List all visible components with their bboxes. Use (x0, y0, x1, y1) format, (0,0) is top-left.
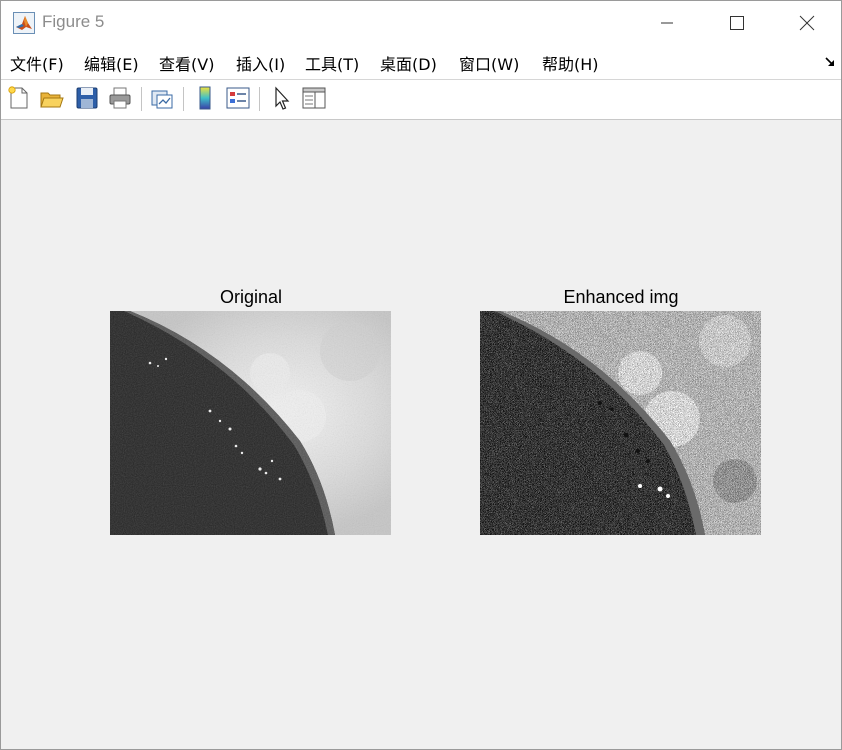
save-icon[interactable] (74, 85, 100, 111)
link-plot-icon[interactable] (149, 85, 175, 111)
close-icon (799, 15, 815, 31)
dock-arrow-icon[interactable] (825, 57, 835, 67)
print-icon[interactable] (107, 85, 133, 111)
figure-toolbar (1, 79, 841, 120)
close-button[interactable] (772, 1, 842, 45)
colorbar-icon[interactable] (192, 85, 218, 111)
title-bar: Figure 5 (1, 1, 841, 45)
open-file-icon[interactable] (39, 85, 65, 111)
menu-bar: 文件(F) 编辑(E) 查看(V) 插入(I) 工具(T) 桌面(D) 窗口(W… (1, 45, 841, 79)
menu-tools[interactable]: 工具(T) (305, 51, 359, 75)
maximize-button[interactable] (702, 1, 772, 45)
legend-icon[interactable] (225, 85, 251, 111)
minimize-icon (661, 22, 673, 24)
menu-insert[interactable]: 插入(I) (236, 51, 285, 75)
window-title: Figure 5 (42, 12, 105, 31)
toolbar-separator (141, 87, 142, 111)
enhanced-image (480, 311, 761, 535)
toolbar-separator (183, 87, 184, 111)
new-figure-icon[interactable] (6, 85, 32, 111)
edit-plot-arrow-icon[interactable] (269, 85, 295, 111)
axes-title-enhanced: Enhanced img (563, 287, 679, 307)
menu-desktop[interactable]: 桌面(D) (380, 51, 437, 75)
axes-title-original: Original (219, 287, 283, 307)
figure-window: Figure 5 文件(F) 编辑(E) 查看(V) 插入(I) 工具(T) 桌… (0, 0, 842, 750)
toolbar-separator (259, 87, 260, 111)
matlab-icon (13, 12, 35, 34)
minimize-button[interactable] (632, 1, 702, 45)
menu-help[interactable]: 帮助(H) (542, 51, 599, 75)
property-inspector-icon[interactable] (301, 85, 327, 111)
maximize-icon (730, 16, 744, 30)
menu-window[interactable]: 窗口(W) (459, 51, 519, 75)
menu-edit[interactable]: 编辑(E) (84, 51, 139, 75)
original-image (110, 311, 391, 535)
menu-view[interactable]: 查看(V) (159, 51, 214, 75)
menu-file[interactable]: 文件(F) (10, 51, 64, 75)
